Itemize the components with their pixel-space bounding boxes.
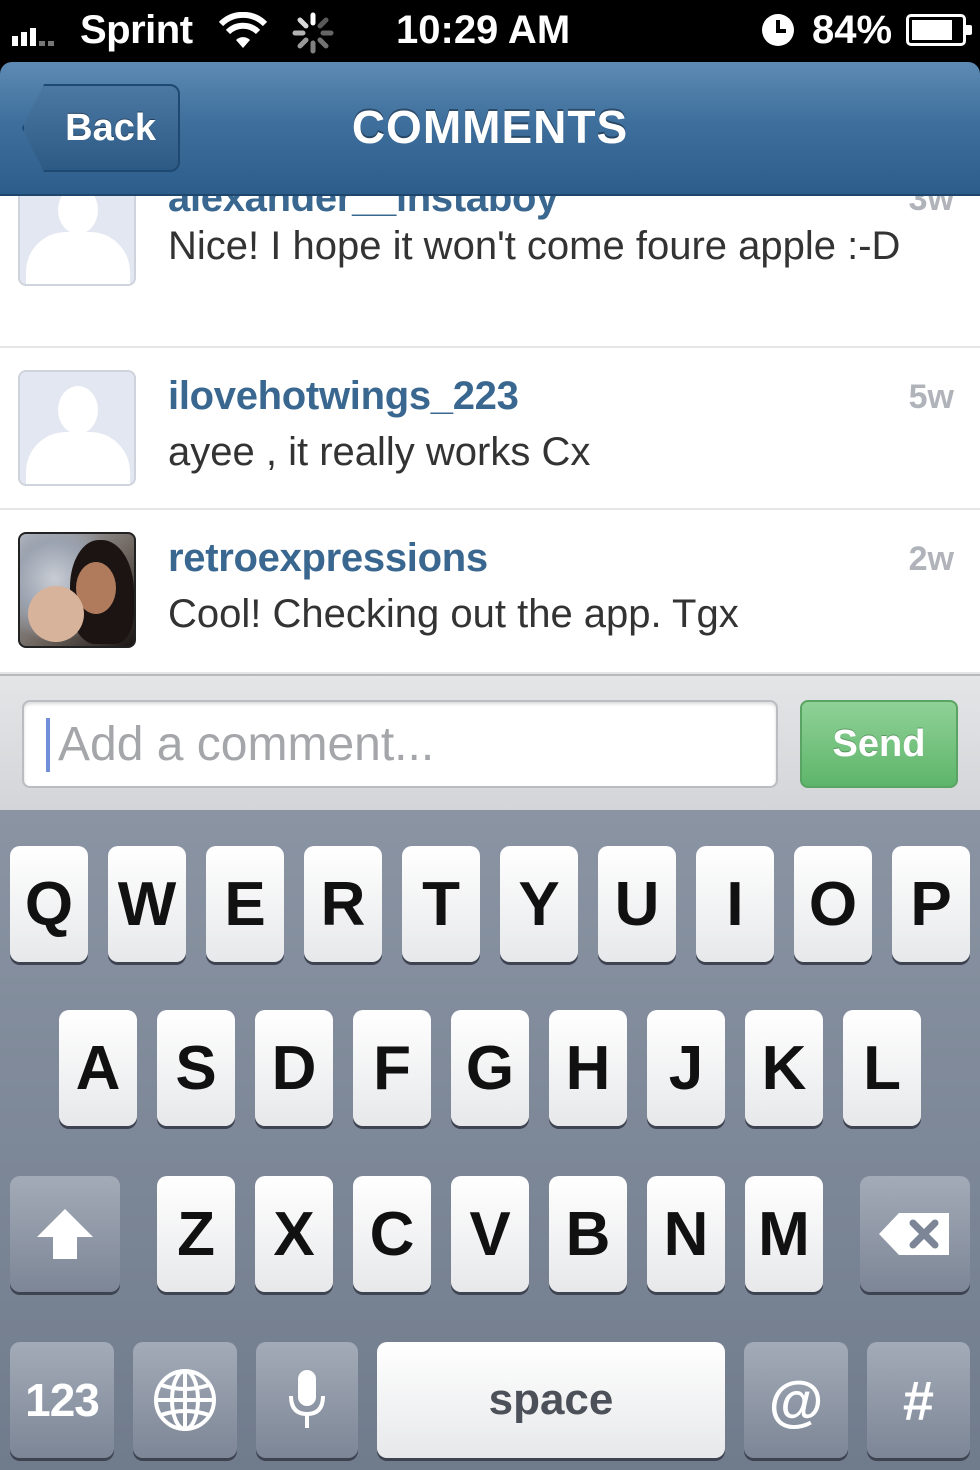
status-time: 10:29 AM <box>396 8 571 52</box>
hash-key[interactable]: # <box>867 1342 970 1458</box>
key-y[interactable]: Y <box>500 846 578 962</box>
microphone-key[interactable] <box>256 1342 358 1458</box>
keyboard: Q W E R T Y U I O P A S D F G H J K L Z … <box>0 810 980 1470</box>
status-bar: Sprint 10:29 AM 84% <box>0 0 980 62</box>
key-w[interactable]: W <box>108 846 186 962</box>
page-title: COMMENTS <box>351 101 629 153</box>
key-k[interactable]: K <box>745 1010 823 1126</box>
comment-text: Cool! Checking out the app. Tgx <box>168 592 739 636</box>
comments-list[interactable]: alexander__instaboy 3w Nice! I hope it w… <box>0 196 980 674</box>
key-d[interactable]: D <box>255 1010 333 1126</box>
activity-spinner-icon <box>292 12 334 54</box>
at-key[interactable]: @ <box>744 1342 848 1458</box>
comment-text: ayee , it really works Cx <box>168 430 591 474</box>
shift-icon <box>37 1209 93 1259</box>
comment-input-bar: Send <box>0 674 980 810</box>
key-b[interactable]: B <box>549 1176 627 1292</box>
key-x[interactable]: X <box>255 1176 333 1292</box>
default-avatar-icon[interactable] <box>18 370 136 486</box>
default-avatar-icon[interactable] <box>18 196 136 286</box>
key-n[interactable]: N <box>647 1176 725 1292</box>
comment-item: alexander__instaboy 3w Nice! I hope it w… <box>0 196 980 348</box>
key-c[interactable]: C <box>353 1176 431 1292</box>
key-s[interactable]: S <box>157 1010 235 1126</box>
comment-item: ilovehotwings_223 5w ayee , it really wo… <box>0 348 980 510</box>
key-v[interactable]: V <box>451 1176 529 1292</box>
key-m[interactable]: M <box>745 1176 823 1292</box>
key-o[interactable]: O <box>794 846 872 962</box>
key-z[interactable]: Z <box>157 1176 235 1292</box>
globe-icon <box>154 1369 216 1431</box>
send-button[interactable]: Send <box>800 700 958 788</box>
alarm-clock-icon <box>762 14 794 46</box>
signal-icon <box>12 20 54 46</box>
backspace-icon <box>879 1213 949 1255</box>
microphone-icon <box>289 1370 325 1428</box>
wifi-icon <box>218 12 268 48</box>
key-q[interactable]: Q <box>10 846 88 962</box>
comment-time: 5w <box>908 378 954 416</box>
battery-fill <box>912 20 952 40</box>
key-l[interactable]: L <box>843 1010 921 1126</box>
comment-username[interactable]: ilovehotwings_223 <box>168 374 519 419</box>
numbers-key[interactable]: 123 <box>10 1342 114 1458</box>
comment-time: 2w <box>908 540 954 578</box>
carrier-name: Sprint <box>80 8 193 52</box>
comment-username[interactable]: alexander__instaboy <box>168 196 558 221</box>
key-u[interactable]: U <box>598 846 676 962</box>
key-t[interactable]: T <box>402 846 480 962</box>
user-photo-avatar[interactable] <box>18 532 136 648</box>
space-key[interactable]: space <box>377 1342 725 1458</box>
key-p[interactable]: P <box>892 846 970 962</box>
shift-key[interactable] <box>10 1176 120 1292</box>
battery-icon <box>906 14 972 46</box>
key-r[interactable]: R <box>304 846 382 962</box>
key-g[interactable]: G <box>451 1010 529 1126</box>
comment-username[interactable]: retroexpressions <box>168 536 488 581</box>
comment-text: Nice! I hope it won't come foure apple :… <box>168 224 901 268</box>
key-h[interactable]: H <box>549 1010 627 1126</box>
key-e[interactable]: E <box>206 846 284 962</box>
globe-key[interactable] <box>133 1342 237 1458</box>
key-a[interactable]: A <box>59 1010 137 1126</box>
comment-time: 3w <box>908 196 954 218</box>
battery-percent: 84% <box>812 8 893 52</box>
key-i[interactable]: I <box>696 846 774 962</box>
key-j[interactable]: J <box>647 1010 725 1126</box>
text-cursor <box>46 718 50 772</box>
backspace-key[interactable] <box>860 1176 970 1292</box>
comment-input[interactable] <box>22 700 778 788</box>
key-f[interactable]: F <box>353 1010 431 1126</box>
comment-item: retroexpressions 2w Cool! Checking out t… <box>0 510 980 674</box>
